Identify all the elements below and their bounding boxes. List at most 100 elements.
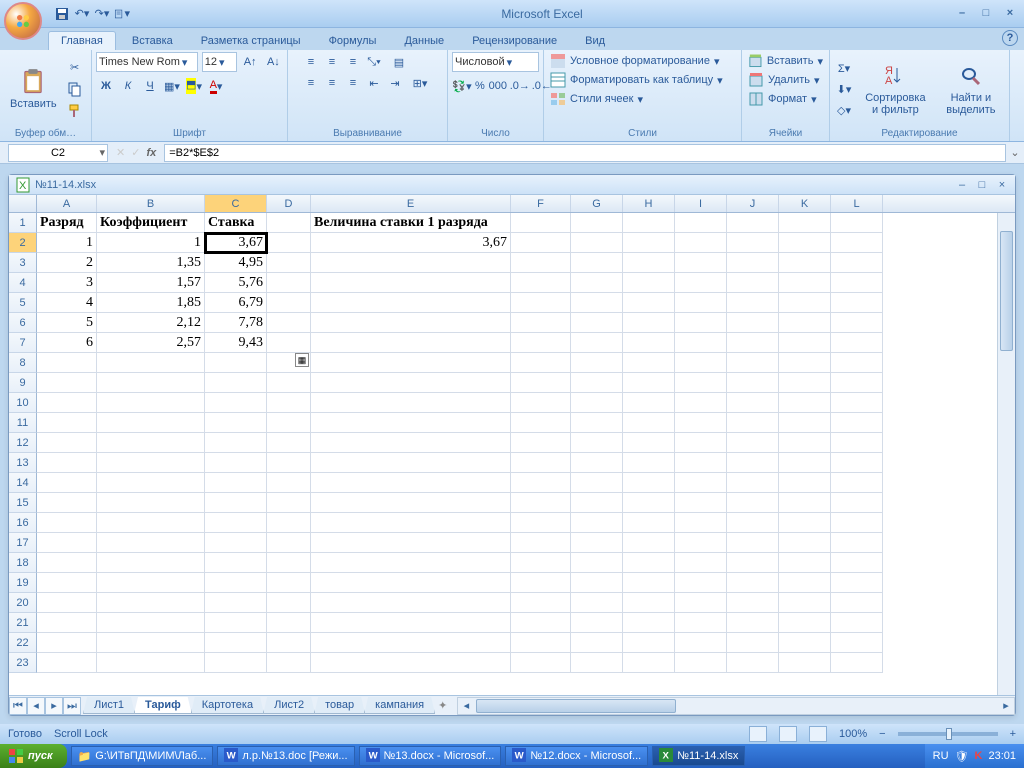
cell[interactable] (831, 413, 883, 433)
cell[interactable] (675, 353, 727, 373)
cell[interactable] (727, 373, 779, 393)
cell[interactable] (571, 253, 623, 273)
cell[interactable] (623, 453, 675, 473)
cell[interactable] (267, 453, 311, 473)
font-size-combo[interactable]: 12▾ (202, 52, 237, 72)
cell[interactable] (675, 573, 727, 593)
cell[interactable] (267, 473, 311, 493)
cell[interactable] (779, 573, 831, 593)
vertical-scrollbar[interactable] (997, 213, 1015, 695)
align-right-icon[interactable]: ≡ (343, 73, 363, 93)
cell[interactable] (779, 233, 831, 253)
cell[interactable] (727, 533, 779, 553)
cell[interactable]: 9,43 (205, 333, 267, 353)
cell[interactable] (571, 433, 623, 453)
cell[interactable] (571, 233, 623, 253)
cell[interactable] (511, 653, 571, 673)
page-break-view-button[interactable] (809, 726, 827, 742)
cell[interactable] (675, 373, 727, 393)
cell[interactable] (675, 413, 727, 433)
cell[interactable] (675, 433, 727, 453)
cell[interactable] (675, 273, 727, 293)
cell[interactable] (205, 573, 267, 593)
wrap-text-icon[interactable]: ▤ (385, 52, 413, 72)
workbook-minimize-button[interactable]: – (955, 179, 969, 191)
cell[interactable] (727, 453, 779, 473)
cell[interactable] (831, 253, 883, 273)
cell[interactable] (779, 593, 831, 613)
row-header[interactable]: 21 (9, 613, 37, 633)
cell[interactable] (623, 573, 675, 593)
italic-button[interactable]: К (118, 76, 138, 96)
cell[interactable] (267, 313, 311, 333)
cell[interactable] (675, 513, 727, 533)
cell[interactable] (511, 393, 571, 413)
cell[interactable] (97, 593, 205, 613)
delete-cells-button[interactable]: Удалить ▾ (746, 71, 825, 89)
increase-indent-icon[interactable]: ⇥ (385, 73, 405, 93)
cell[interactable] (623, 633, 675, 653)
cell[interactable] (97, 613, 205, 633)
sheet-tab[interactable]: Лист1 (83, 697, 135, 714)
normal-view-button[interactable] (749, 726, 767, 742)
cell[interactable] (205, 493, 267, 513)
cell[interactable] (727, 353, 779, 373)
cell[interactable] (267, 333, 311, 353)
align-bottom-icon[interactable]: ≡ (343, 52, 363, 72)
cell[interactable] (205, 653, 267, 673)
cell[interactable] (623, 593, 675, 613)
row-header[interactable]: 2 (9, 233, 37, 253)
formula-input[interactable]: =B2*$E$2 (164, 144, 1006, 162)
cell[interactable] (727, 493, 779, 513)
name-box[interactable]: C2▾ (8, 144, 108, 162)
font-name-combo[interactable]: Times New Rom▾ (96, 52, 198, 72)
cell[interactable] (571, 393, 623, 413)
cell[interactable] (37, 513, 97, 533)
shrink-font-icon[interactable]: A↓ (264, 52, 283, 72)
cell[interactable]: 6,79 (205, 293, 267, 313)
cell[interactable]: 4 (37, 293, 97, 313)
cell[interactable] (511, 353, 571, 373)
cell[interactable] (623, 293, 675, 313)
cell[interactable] (727, 513, 779, 533)
cell[interactable] (311, 293, 511, 313)
row-header[interactable]: 11 (9, 413, 37, 433)
row-header[interactable]: 17 (9, 533, 37, 553)
cell[interactable] (205, 433, 267, 453)
cell[interactable] (311, 513, 511, 533)
cell[interactable] (37, 593, 97, 613)
cell[interactable] (511, 293, 571, 313)
cell[interactable] (623, 553, 675, 573)
cell[interactable] (267, 533, 311, 553)
cell[interactable] (831, 453, 883, 473)
close-button[interactable]: × (1002, 7, 1018, 21)
cell[interactable] (779, 453, 831, 473)
cell[interactable] (831, 553, 883, 573)
select-all-corner[interactable] (9, 195, 37, 212)
cell[interactable] (511, 413, 571, 433)
cell[interactable] (623, 213, 675, 233)
cell[interactable] (571, 593, 623, 613)
cell[interactable] (675, 553, 727, 573)
align-center-icon[interactable]: ≡ (322, 73, 342, 93)
number-format-combo[interactable]: Числовой▾ (452, 52, 539, 72)
cell[interactable] (511, 313, 571, 333)
cell[interactable] (311, 253, 511, 273)
cell[interactable] (675, 313, 727, 333)
cell[interactable] (37, 453, 97, 473)
autofill-smarttag-icon[interactable]: ▦ (295, 353, 309, 367)
zoom-in-button[interactable]: + (1010, 728, 1016, 740)
sheet-nav-prev[interactable]: ◂ (27, 697, 45, 715)
row-header[interactable]: 6 (9, 313, 37, 333)
cell[interactable] (727, 653, 779, 673)
cell[interactable] (675, 453, 727, 473)
cell[interactable] (727, 613, 779, 633)
ribbon-tab-6[interactable]: Вид (573, 32, 617, 50)
cell[interactable] (311, 373, 511, 393)
office-button[interactable] (4, 2, 42, 40)
redo-icon[interactable]: ↷▾ (94, 6, 110, 22)
cell[interactable] (511, 493, 571, 513)
cell[interactable] (37, 373, 97, 393)
cell[interactable] (571, 333, 623, 353)
cell[interactable] (205, 373, 267, 393)
